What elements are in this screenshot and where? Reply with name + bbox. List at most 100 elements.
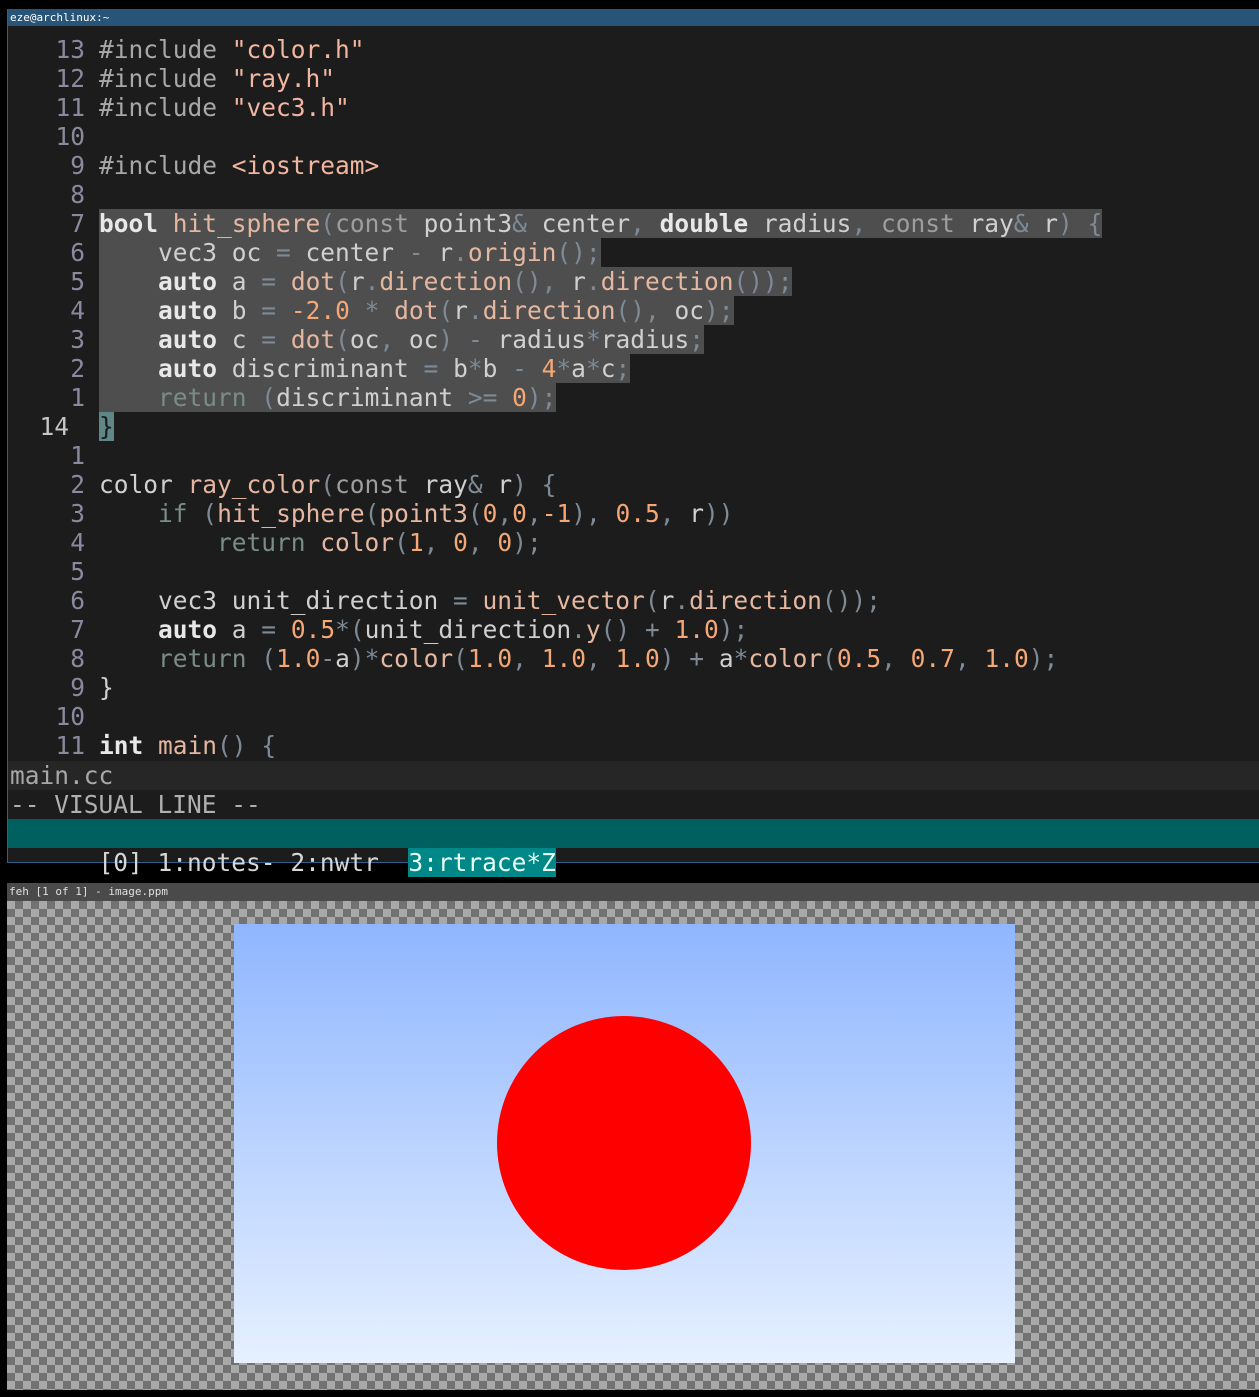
- code-token: +: [644, 615, 660, 644]
- code-line[interactable]: 4 auto b = -2.0 * dot(r.direction(), oc)…: [8, 296, 1259, 325]
- tmux-window-tab[interactable]: 1:notes-: [158, 848, 276, 877]
- code-token: ): [438, 325, 454, 354]
- code-token: radius: [600, 325, 690, 354]
- code-line[interactable]: 5 auto a = dot(r.direction(), r.directio…: [8, 267, 1259, 296]
- code-token: (: [644, 586, 660, 615]
- code-token: a: [704, 644, 734, 673]
- code-line[interactable]: 10: [8, 702, 1259, 731]
- code-token: ,: [526, 499, 542, 528]
- code-line[interactable]: 11 int main() {: [8, 731, 1259, 760]
- code-token: auto: [158, 267, 218, 296]
- code-line[interactable]: 7 auto a = 0.5*(unit_direction.y() + 1.0…: [8, 615, 1259, 644]
- code-token: <iostream>: [231, 151, 380, 180]
- code-line[interactable]: 5: [8, 557, 1259, 586]
- code-line[interactable]: 8 return (1.0-a)*color(1.0, 1.0, 1.0) + …: [8, 644, 1259, 673]
- code-line[interactable]: 3 auto c = dot(oc, oc) - radius*radius;: [8, 325, 1259, 354]
- code-token: b: [482, 354, 513, 383]
- line-number: 3: [70, 325, 85, 354]
- code-line[interactable]: 3 if (hit_sphere(point3(0,0,-1), 0.5, r)…: [8, 499, 1259, 528]
- code-token: ): [512, 470, 527, 499]
- code-token: if: [158, 499, 188, 528]
- code-token: color: [379, 644, 454, 673]
- code-token: ,: [630, 209, 645, 238]
- code-token: hit_sphere: [217, 499, 365, 528]
- code-token: double: [659, 209, 749, 238]
- code-token: ();: [556, 238, 601, 267]
- code-token: c: [600, 354, 616, 383]
- line-number: 10: [55, 702, 85, 731]
- code-token: color: [320, 528, 395, 557]
- image-viewer-window[interactable]: feh [1 of 1] - image.ppm: [7, 883, 1259, 1390]
- code-line[interactable]: 2 auto discriminant = b*b - 4*a*c;: [8, 354, 1259, 383]
- code-token: auto: [158, 615, 218, 644]
- code-token: );: [1028, 644, 1059, 673]
- code-line[interactable]: 12 #include "ray.h": [8, 64, 1259, 93]
- code-token: (: [320, 209, 336, 238]
- code-line[interactable]: 11 #include "vec3.h": [8, 93, 1259, 122]
- line-number: 3: [70, 499, 85, 528]
- code-token: "vec3.h": [231, 93, 350, 122]
- code-text: }: [99, 412, 114, 441]
- code-token: &: [467, 470, 483, 499]
- code-token: -2.0: [290, 296, 350, 325]
- line-number: 12: [55, 64, 85, 93]
- line-number: 9: [70, 151, 85, 180]
- code-token: 0: [453, 528, 468, 557]
- code-token: =: [261, 615, 277, 644]
- code-token: point3: [408, 209, 513, 238]
- tmux-window-tab-active[interactable]: 3:rtrace*Z: [408, 848, 556, 877]
- tmux-window-tab[interactable]: 2:nwtr: [290, 848, 393, 877]
- code-token: -: [408, 238, 424, 267]
- code-line[interactable]: 6 vec3 unit_direction = unit_vector(r.di…: [8, 586, 1259, 615]
- code-line[interactable]: 10: [8, 122, 1259, 151]
- line-number: 14: [39, 412, 69, 441]
- rendered-image: [234, 924, 1015, 1363]
- code-token: #include: [99, 35, 232, 64]
- code-line[interactable]: 9 #include <iostream>: [8, 151, 1259, 180]
- code-token: (: [453, 644, 468, 673]
- code-token: b: [217, 296, 262, 325]
- code-token: oc: [394, 325, 439, 354]
- vim-editor[interactable]: 13 #include "color.h" 12 #include "ray.h" 11…: [8, 26, 1259, 877]
- code-token: dot: [290, 325, 336, 354]
- code-token: 0: [512, 383, 527, 412]
- code-line[interactable]: 2 color ray_color(const ray& r) {: [8, 470, 1259, 499]
- code-buffer[interactable]: 13 #include "color.h" 12 #include "ray.h" 11…: [8, 35, 1259, 760]
- code-line[interactable]: 13 #include "color.h": [8, 35, 1259, 64]
- code-line[interactable]: 8: [8, 180, 1259, 209]
- code-token: 4: [541, 354, 557, 383]
- code-line[interactable]: 4 return color(1, 0, 0);: [8, 528, 1259, 557]
- code-token: 0: [497, 528, 513, 557]
- line-number: 2: [70, 354, 85, 383]
- code-text: color ray_color(const ray& r) {: [99, 470, 556, 499]
- code-line[interactable]: 1: [8, 441, 1259, 470]
- code-line[interactable]: 6 vec3 oc = center - r.origin();: [8, 238, 1259, 267]
- code-text: }: [99, 673, 114, 702]
- code-token: dot: [394, 296, 439, 325]
- code-token: (: [320, 470, 336, 499]
- code-token: *: [585, 325, 601, 354]
- code-text: auto b = -2.0 * dot(r.direction(), oc);: [99, 296, 734, 325]
- line-number: 8: [70, 180, 85, 209]
- code-line[interactable]: 14}: [8, 412, 1259, 441]
- line-number: 10: [55, 122, 85, 151]
- code-token: =: [261, 267, 277, 296]
- code-token: 1.0: [276, 644, 321, 673]
- terminal-window[interactable]: eze@archlinux:~ 13 #include "color.h" 12 #i…: [7, 9, 1259, 877]
- code-line[interactable]: 7 bool hit_sphere(const point3& center, d…: [8, 209, 1259, 238]
- code-text: bool hit_sphere(const point3& center, do…: [99, 209, 1103, 238]
- code-line[interactable]: 1 return (discriminant >= 0);: [8, 383, 1259, 412]
- code-line[interactable]: 9}: [8, 673, 1259, 702]
